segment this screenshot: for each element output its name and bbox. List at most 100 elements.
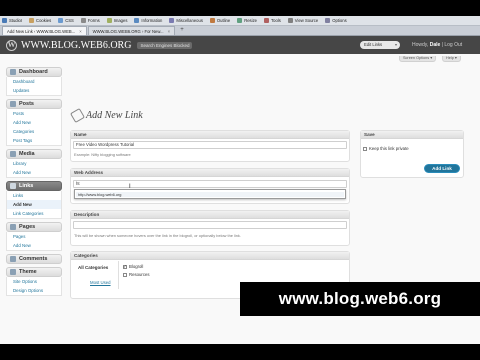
search-engines-blocked-badge[interactable]: Search Engines Blocked bbox=[137, 41, 193, 49]
toolbar-label: Options bbox=[332, 18, 347, 23]
menu-dashboard[interactable]: Dashboard bbox=[6, 67, 62, 77]
submenu-item[interactable]: Dashboard bbox=[7, 77, 61, 86]
page-title-text: Add New Link bbox=[86, 110, 143, 121]
submenu-item[interactable]: Links bbox=[7, 191, 61, 200]
separator: | bbox=[441, 42, 443, 48]
submenu-item[interactable]: Site Options bbox=[7, 277, 61, 286]
menu-comments[interactable]: Comments bbox=[6, 254, 62, 264]
menu-posts[interactable]: Posts bbox=[6, 99, 62, 109]
private-checkbox[interactable] bbox=[363, 146, 367, 151]
view-source-icon bbox=[287, 18, 293, 23]
toolbar-label: View Source bbox=[294, 18, 319, 23]
toolbar-button-outline[interactable]: Outline bbox=[209, 18, 231, 23]
toolbar-label: Forms bbox=[87, 18, 100, 23]
images-icon bbox=[106, 18, 112, 23]
info-icon bbox=[134, 18, 140, 23]
toolbar-button-cookie[interactable]: Cookies bbox=[29, 18, 51, 23]
screen-options-button[interactable]: Screen Options ▾ bbox=[399, 56, 437, 62]
howdy-text: Howdy, bbox=[412, 42, 429, 48]
submenu: Site Options Design Options bbox=[6, 277, 62, 296]
page-title: Add New Link bbox=[69, 107, 143, 124]
dashboard-icon bbox=[10, 69, 16, 75]
autocomplete-option[interactable]: http://www.blog.web6.org bbox=[76, 192, 344, 197]
close-icon[interactable]: × bbox=[168, 29, 170, 34]
submenu-item[interactable]: Posts bbox=[7, 109, 61, 118]
submenu-item[interactable]: Categories bbox=[7, 127, 61, 136]
tools-icon bbox=[264, 18, 270, 23]
category-label: Blogroll bbox=[129, 264, 144, 269]
submenu-item[interactable]: Design Options bbox=[7, 286, 61, 295]
links-icon bbox=[10, 183, 16, 189]
submenu-item[interactable]: Library bbox=[7, 159, 61, 168]
posts-icon bbox=[10, 101, 16, 107]
submenu-item[interactable]: Add New bbox=[7, 200, 61, 209]
submenu-item[interactable]: Updates bbox=[7, 86, 61, 95]
submenu-item[interactable]: Pages bbox=[7, 232, 61, 241]
submenu-item[interactable]: Add New bbox=[7, 241, 61, 250]
autocomplete-dropdown: http://www.blog.web6.org bbox=[74, 189, 346, 199]
category-checkbox[interactable] bbox=[123, 272, 127, 277]
link-name-input[interactable]: Free Video Wordpress Tutorial bbox=[73, 141, 347, 149]
submenu-item[interactable]: Post Tags bbox=[7, 136, 61, 145]
category-checkbox[interactable] bbox=[123, 264, 127, 270]
add-link-button[interactable]: Add Link bbox=[424, 164, 460, 173]
category-blogroll[interactable]: Blogroll bbox=[123, 264, 144, 270]
menu-links[interactable]: Links bbox=[6, 181, 62, 191]
tab-all-categories[interactable]: All Categories bbox=[78, 265, 108, 270]
new-tab-button[interactable]: + bbox=[178, 26, 186, 34]
toolbar-button-studio[interactable]: StudioI bbox=[2, 18, 22, 23]
toolbar-label: Resize bbox=[244, 18, 258, 23]
toolbar-button-forms[interactable]: Forms bbox=[80, 18, 100, 23]
submenu-item[interactable]: Add New bbox=[7, 168, 61, 177]
toolbar-button-css[interactable]: CSS bbox=[58, 18, 74, 23]
toolbar-label: CSS bbox=[65, 18, 74, 23]
toolbar-button-resize[interactable]: Resize bbox=[237, 18, 257, 23]
user-name-link[interactable]: Dale bbox=[430, 42, 441, 48]
tab-most-used[interactable]: Most Used bbox=[90, 280, 111, 285]
toolbar-button-options[interactable]: Options bbox=[325, 18, 347, 23]
category-label: Resources bbox=[129, 272, 150, 277]
favorite-actions-dropdown[interactable]: Edit Links bbox=[360, 41, 400, 49]
menu-label: Pages bbox=[19, 224, 36, 230]
media-icon bbox=[10, 151, 16, 157]
wordpress-logo-icon: W bbox=[6, 39, 17, 51]
toolbar-button-misc[interactable]: Miscellaneous bbox=[169, 18, 203, 23]
toolbar-button-view-source[interactable]: View Source bbox=[287, 18, 319, 23]
toolbar-label: Outline bbox=[216, 18, 231, 23]
menu-media[interactable]: Media bbox=[6, 149, 62, 159]
tab-label: Add New Link ‹ WWW.BLOG.WEB... bbox=[7, 28, 76, 34]
toolbar-button-images[interactable]: Images bbox=[106, 18, 128, 23]
browser-toolbar: StudioI Cookies CSS Forms Images Information M… bbox=[0, 16, 480, 26]
description-input[interactable] bbox=[73, 221, 347, 229]
submenu-item[interactable]: Add New bbox=[7, 118, 61, 127]
private-link-option[interactable]: Keep this link private bbox=[363, 146, 409, 151]
tab-add-new-link[interactable]: Add New Link ‹ WWW.BLOG.WEB... × bbox=[2, 26, 87, 35]
resize-icon bbox=[237, 18, 243, 23]
close-icon[interactable]: × bbox=[79, 29, 81, 34]
help-button[interactable]: Help ▾ bbox=[442, 56, 461, 62]
category-resources[interactable]: Resources bbox=[123, 272, 150, 277]
description-hint: This will be shown when someone hovers o… bbox=[74, 233, 241, 238]
submenu-item[interactable]: Link Categories bbox=[7, 209, 61, 218]
outline-icon bbox=[209, 18, 215, 23]
toolbar-label: Tools bbox=[271, 18, 281, 23]
menu-theme[interactable]: Theme bbox=[6, 267, 62, 277]
toolbar-button-tools[interactable]: Tools bbox=[264, 18, 281, 23]
tab-blog[interactable]: WWW.BLOG.WEB6.ORG › For New... × bbox=[87, 26, 176, 35]
toolbar-button-info[interactable]: Information bbox=[134, 18, 162, 23]
web-address-input[interactable]: ht bbox=[73, 180, 347, 188]
menu-label: Posts bbox=[19, 101, 34, 107]
menu-label: Links bbox=[19, 183, 34, 189]
web-address-heading: Web Address bbox=[71, 169, 349, 177]
user-links: Howdy, Dale | Log Out bbox=[412, 41, 462, 49]
logout-link[interactable]: Log Out bbox=[444, 42, 462, 48]
submenu: Links Add New Link Categories bbox=[6, 191, 62, 219]
name-box-heading: Name bbox=[71, 131, 349, 139]
submenu: Pages Add New bbox=[6, 232, 62, 251]
studio-icon bbox=[2, 18, 7, 23]
menu-pages[interactable]: Pages bbox=[6, 222, 62, 232]
site-title[interactable]: WWW.BLOG.WEB6.ORG bbox=[21, 40, 131, 51]
submenu: Dashboard Updates bbox=[6, 77, 62, 96]
toolbar-label: Information bbox=[141, 18, 163, 23]
toolbar-label: Images bbox=[113, 18, 128, 23]
